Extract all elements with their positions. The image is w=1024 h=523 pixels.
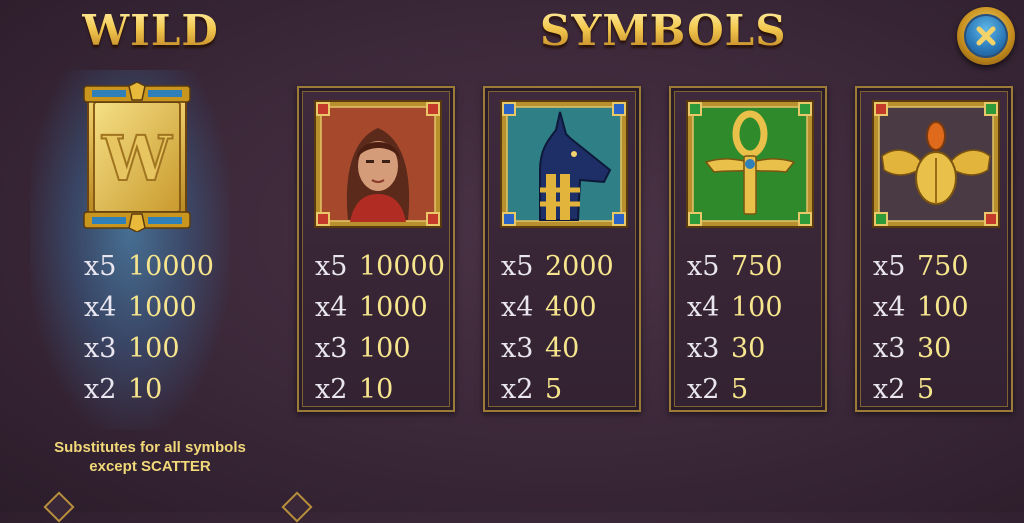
symbol-payout-row: x2 10 (315, 375, 393, 405)
payout-value: 5 (731, 374, 749, 405)
multiplier: x3 (873, 333, 906, 364)
bottom-ornament (43, 491, 75, 523)
ankh-icon (686, 100, 814, 228)
multiplier: x3 (315, 333, 348, 364)
payout-value: 750 (731, 251, 783, 282)
payout-value: 10000 (128, 251, 214, 282)
payout-value: 100 (731, 292, 783, 323)
close-icon (976, 26, 996, 46)
wild-description-line: Substitutes for all symbols (54, 439, 246, 456)
multiplier: x5 (687, 251, 720, 282)
wild-payout-row: x4 1000 (84, 293, 197, 323)
payout-value: 30 (731, 333, 766, 364)
symbol-payout-row: x3 100 (315, 334, 411, 364)
multiplier: x5 (501, 251, 534, 282)
symbol-payout-row: x4 100 (687, 293, 783, 323)
wild-description: Substitutes for all symbols except SCATT… (20, 438, 280, 476)
symbol-payout-row: x5 10000 (315, 252, 445, 282)
wild-payout-row: x5 10000 (84, 252, 214, 282)
multiplier: x2 (501, 374, 534, 405)
scarab-icon (872, 100, 1000, 228)
payout-value: 100 (359, 333, 411, 364)
payout-value: 10000 (359, 251, 445, 282)
wild-w-icon: W (83, 81, 191, 233)
payout-value: 40 (545, 333, 580, 364)
multiplier: x2 (315, 374, 348, 405)
symbol-payout-row: x3 30 (873, 334, 951, 364)
payout-value: 2000 (545, 251, 614, 282)
bottom-ornament (281, 491, 313, 523)
payout-value: 750 (917, 251, 969, 282)
multiplier: x5 (84, 251, 117, 282)
symbol-payout-row: x5 2000 (501, 252, 614, 282)
symbol-payout-row: x2 5 (873, 375, 934, 405)
payout-value: 30 (917, 333, 952, 364)
multiplier: x4 (873, 292, 906, 323)
symbol-payout-row: x5 750 (687, 252, 783, 282)
multiplier: x3 (84, 333, 117, 364)
wild-payout-row: x3 100 (84, 334, 180, 364)
multiplier: x4 (501, 292, 534, 323)
payout-value: 1000 (128, 292, 197, 323)
wild-symbol-tile: W (82, 81, 192, 233)
multiplier: x2 (84, 374, 117, 405)
payout-value: 400 (545, 292, 597, 323)
payout-value: 100 (128, 333, 180, 364)
symbol-payout-row: x2 5 (687, 375, 748, 405)
symbol-card-anubis: x5 2000 x4 400 x3 40 x2 5 (483, 86, 641, 412)
multiplier: x3 (501, 333, 534, 364)
close-button[interactable] (957, 7, 1015, 65)
multiplier: x4 (84, 292, 117, 323)
symbol-payout-row: x4 1000 (315, 293, 428, 323)
payout-value: 10 (128, 374, 163, 405)
symbol-payout-row: x3 40 (501, 334, 579, 364)
svg-text:W: W (101, 122, 173, 195)
payout-value: 5 (545, 374, 563, 405)
symbol-payout-row: x2 5 (501, 375, 562, 405)
symbol-card-explorer: x5 10000 x4 1000 x3 100 x2 10 (297, 86, 455, 412)
wild-heading: WILD (82, 6, 219, 55)
anubis-icon (500, 100, 628, 228)
symbol-payout-row: x5 750 (873, 252, 969, 282)
explorer-woman-icon (314, 100, 442, 228)
multiplier: x2 (687, 374, 720, 405)
symbol-card-ankh: x5 750 x4 100 x3 30 x2 5 (669, 86, 827, 412)
payout-value: 100 (917, 292, 969, 323)
multiplier: x3 (687, 333, 720, 364)
symbol-payout-row: x3 30 (687, 334, 765, 364)
multiplier: x5 (315, 251, 348, 282)
wild-payout-row: x2 10 (84, 375, 162, 405)
multiplier: x4 (687, 292, 720, 323)
payout-value: 10 (359, 374, 394, 405)
symbol-payout-row: x4 100 (873, 293, 969, 323)
wild-description-line: except SCATTER (89, 458, 211, 475)
symbols-heading: SYMBOLS (540, 6, 787, 55)
multiplier: x4 (315, 292, 348, 323)
multiplier: x2 (873, 374, 906, 405)
multiplier: x5 (873, 251, 906, 282)
payout-value: 5 (917, 374, 935, 405)
payout-value: 1000 (359, 292, 428, 323)
symbol-payout-row: x4 400 (501, 293, 597, 323)
symbol-card-scarab: x5 750 x4 100 x3 30 x2 5 (855, 86, 1013, 412)
